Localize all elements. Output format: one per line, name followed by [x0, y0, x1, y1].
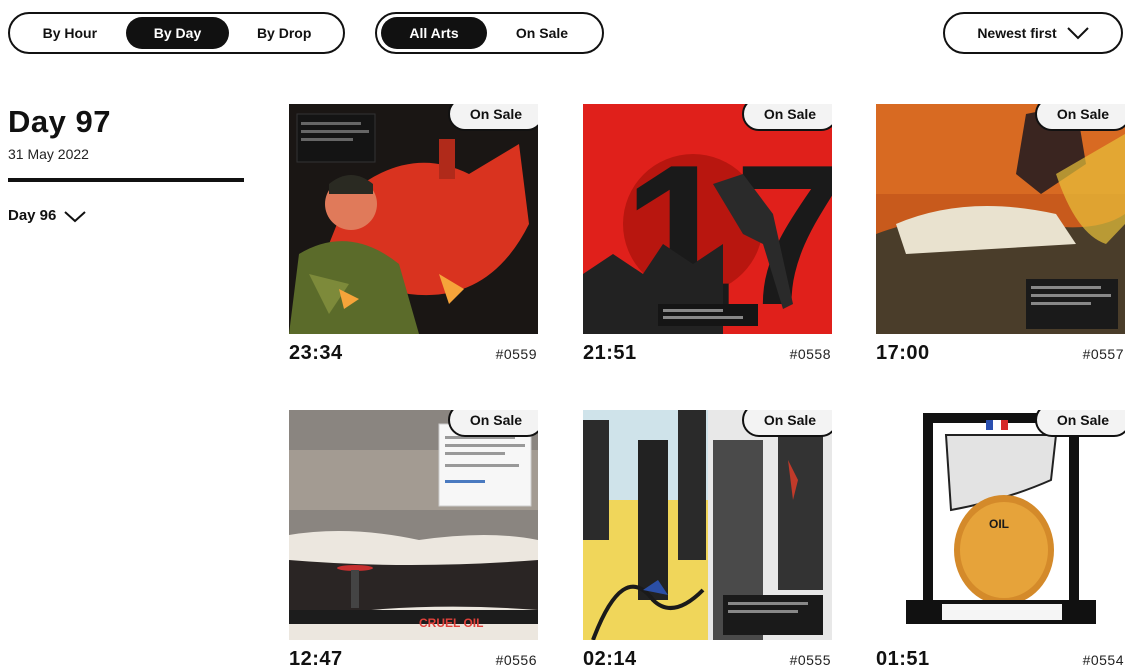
card-time: 01:51 — [876, 648, 930, 669]
card-time: 23:34 — [289, 342, 343, 364]
chevron-down-icon — [64, 210, 87, 222]
on-sale-badge[interactable]: On Sale — [448, 104, 538, 131]
card-meta: 01:51 #0554 — [876, 648, 1126, 669]
on-sale-badge[interactable]: On Sale — [742, 410, 832, 437]
card-number: #0554 — [1082, 652, 1124, 668]
previous-day-label: Day 96 — [8, 207, 57, 224]
artwork-card[interactable]: CRUEL OIL On Sale 12:47 #0556 — [289, 410, 539, 669]
tab-by-hour[interactable]: By Hour — [14, 17, 126, 49]
artwork-card[interactable]: OIL On Sale 01:51 #0554 — [876, 410, 1126, 669]
card-number: #0555 — [789, 652, 831, 668]
tab-on-sale[interactable]: On Sale — [487, 17, 597, 49]
card-number: #0558 — [789, 346, 831, 362]
artwork-card[interactable]: On Sale 17:00 #0557 — [876, 104, 1126, 365]
tab-by-drop[interactable]: By Drop — [229, 17, 339, 49]
card-meta: 12:47 #0556 — [289, 648, 539, 669]
artwork-image[interactable]: On Sale — [289, 104, 538, 334]
sort-label: Newest first — [977, 25, 1057, 41]
tab-all-arts[interactable]: All Arts — [381, 17, 487, 49]
artwork-image[interactable]: CRUEL OIL On Sale — [289, 410, 538, 640]
card-meta: 23:34 #0559 — [289, 342, 539, 365]
artwork-caption: CRUEL OIL — [419, 616, 483, 630]
art-filter-group: All Arts On Sale — [375, 12, 604, 54]
time-filter-group: By Hour By Day By Drop — [8, 12, 345, 54]
card-number: #0559 — [495, 346, 537, 362]
divider — [8, 178, 244, 182]
artwork-image[interactable]: On Sale — [583, 410, 832, 640]
card-time: 02:14 — [583, 648, 637, 669]
on-sale-badge[interactable]: On Sale — [1035, 104, 1125, 131]
artwork-card[interactable]: 17 On Sale 21:51 #0558 — [583, 104, 833, 365]
chevron-down-icon — [1066, 27, 1089, 40]
artwork-image[interactable]: OIL On Sale — [876, 410, 1125, 640]
card-time: 17:00 — [876, 342, 930, 364]
on-sale-badge[interactable]: On Sale — [742, 104, 832, 131]
tab-by-day[interactable]: By Day — [125, 17, 230, 49]
artwork-image[interactable]: On Sale — [876, 104, 1125, 334]
on-sale-badge[interactable]: On Sale — [448, 410, 538, 437]
artwork-card[interactable]: On Sale 23:34 #0559 — [289, 104, 539, 365]
card-meta: 02:14 #0555 — [583, 648, 833, 669]
card-time: 12:47 — [289, 648, 343, 669]
card-meta: 21:51 #0558 — [583, 342, 833, 365]
card-time: 21:51 — [583, 342, 637, 364]
on-sale-badge[interactable]: On Sale — [1035, 410, 1125, 437]
artwork-caption: OIL — [989, 517, 1009, 531]
previous-day-toggle[interactable]: Day 96 — [8, 207, 87, 224]
card-meta: 17:00 #0557 — [876, 342, 1126, 365]
artwork-image[interactable]: 17 On Sale — [583, 104, 832, 334]
artwork-card[interactable]: On Sale 02:14 #0555 — [583, 410, 833, 669]
card-number: #0556 — [495, 652, 537, 668]
day-title: Day 97 — [8, 104, 111, 139]
day-date: 31 May 2022 — [8, 146, 89, 162]
card-number: #0557 — [1082, 346, 1124, 362]
sort-dropdown[interactable]: Newest first — [943, 12, 1123, 54]
